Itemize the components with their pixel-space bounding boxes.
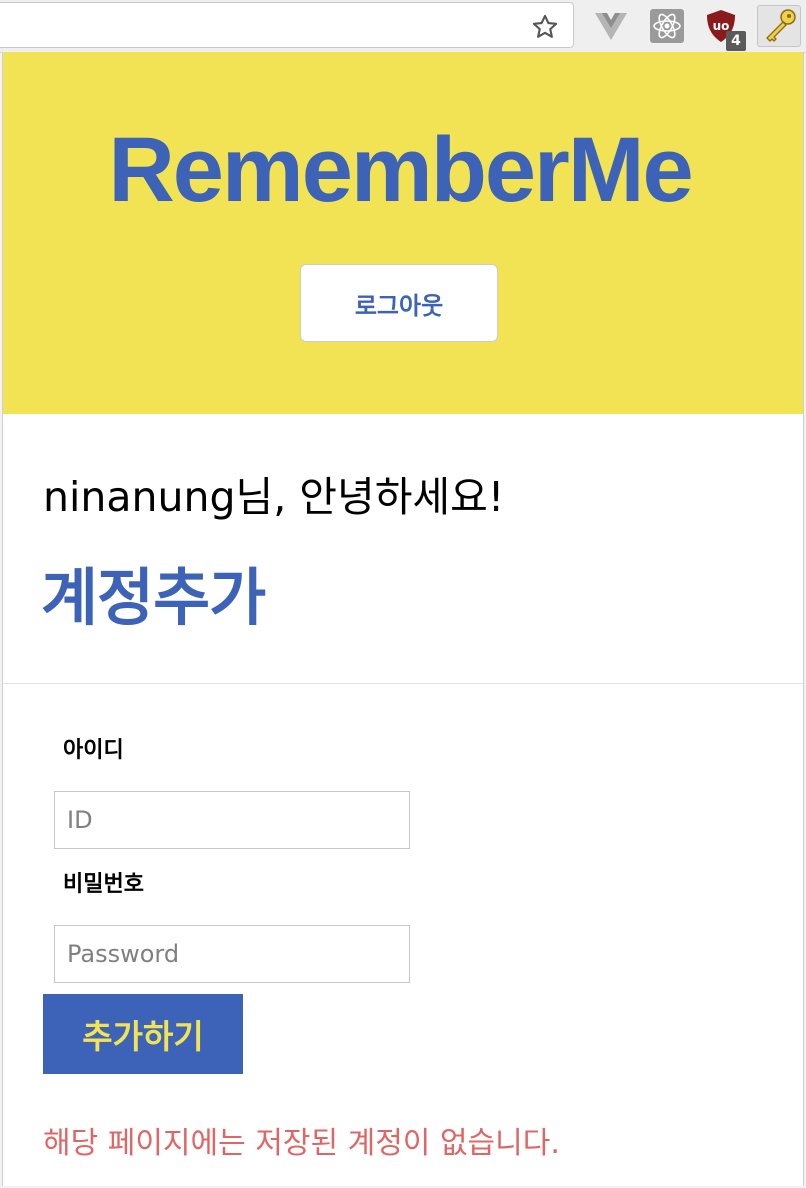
key-icon: [766, 9, 796, 42]
react-devtools-icon[interactable]: [649, 8, 685, 44]
browser-toolbar: uo 4: [0, 0, 806, 53]
app-logo: RememberMe: [108, 119, 693, 221]
extension-badge: 4: [726, 31, 746, 51]
star-icon[interactable]: [531, 13, 559, 41]
id-label: 아이디: [63, 738, 124, 763]
rememberme-extension-button[interactable]: [757, 5, 801, 47]
empty-state-message: 해당 페이지에는 저장된 계정이 없습니다.: [43, 1126, 560, 1161]
add-account-button[interactable]: 추가하기: [43, 994, 243, 1074]
header-banner: RememberMe 로그아웃: [3, 52, 803, 414]
page-title: 계정추가: [41, 561, 266, 634]
id-input[interactable]: [54, 791, 410, 849]
vue-devtools-icon[interactable]: [593, 8, 629, 44]
divider: [3, 683, 803, 684]
extension-popup: RememberMe 로그아웃 ninanung님, 안녕하세요! 계정추가 아…: [2, 52, 804, 1186]
password-label: 비밀번호: [63, 872, 144, 897]
password-input[interactable]: [54, 925, 410, 983]
greeting-text: ninanung님, 안녕하세요!: [43, 473, 505, 521]
logout-button[interactable]: 로그아웃: [300, 264, 498, 342]
address-bar[interactable]: [0, 2, 574, 48]
